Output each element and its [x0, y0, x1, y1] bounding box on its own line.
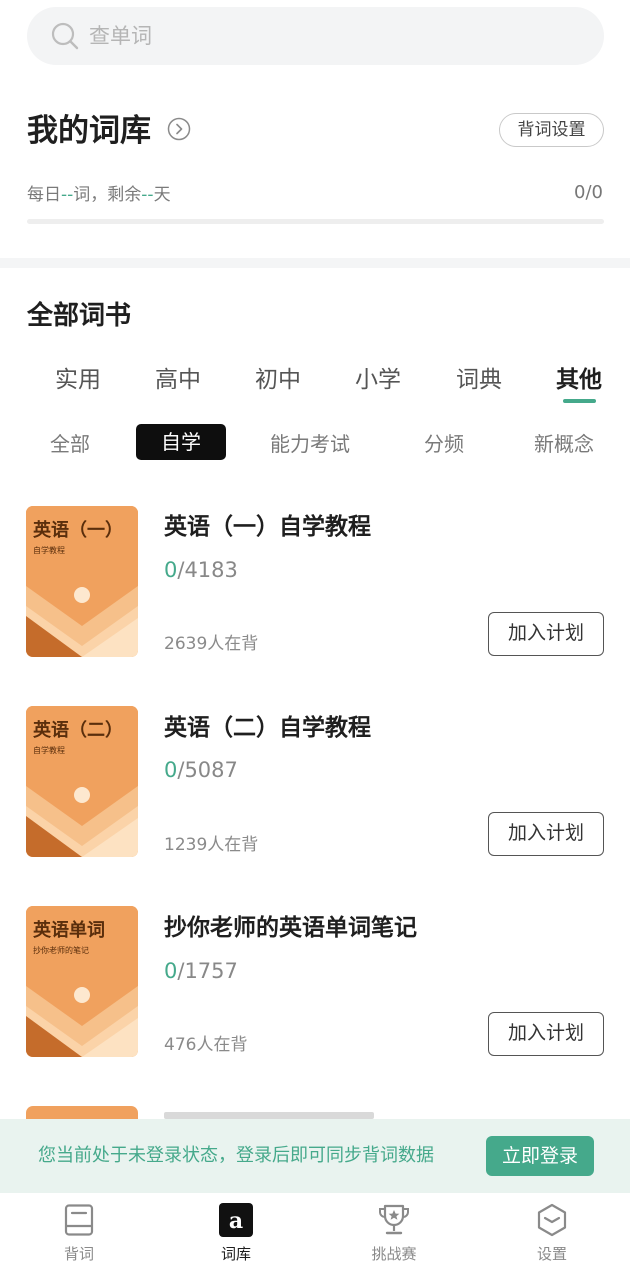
cover-title: 英语（一） — [33, 520, 123, 541]
book-word-count: 0/5087 — [164, 757, 238, 783]
nav-label-settings[interactable]: 设置 — [512, 1244, 592, 1264]
total-count: /4183 — [177, 558, 238, 582]
filter-proficiency-exam[interactable]: 能力考试 — [270, 428, 350, 460]
my-library-title[interactable]: 我的词库 — [27, 110, 151, 152]
book-learners: 1239人在背 — [164, 835, 259, 855]
learned-count: 0 — [164, 959, 178, 983]
total-count: /5087 — [177, 758, 238, 782]
chevron-right-circle-icon[interactable] — [167, 117, 191, 141]
login-banner-text: 您当前处于未登录状态，登录后即可同步背词数据 — [38, 1145, 434, 1166]
cover-subtitle: 自学教程 — [33, 746, 65, 755]
hexagon-settings-icon[interactable] — [535, 1203, 569, 1237]
tab-primary-school[interactable]: 小学 — [355, 364, 401, 396]
svg-text:a: a — [229, 1208, 243, 1234]
book-title[interactable]: 抄你老师的英语单词笔记 — [164, 913, 417, 943]
add-to-plan-button[interactable]: 加入计划 — [488, 1012, 604, 1056]
filter-new-concept[interactable]: 新概念 — [534, 428, 594, 460]
book-cover-partial — [26, 1106, 138, 1119]
book-title-partial — [164, 1112, 374, 1119]
tab-practical[interactable]: 实用 — [55, 364, 101, 396]
trophy-icon[interactable] — [377, 1203, 411, 1237]
book-word-count: 0/1757 — [164, 958, 238, 984]
add-to-plan-button[interactable]: 加入计划 — [488, 612, 604, 656]
section-divider — [0, 258, 630, 268]
learned-count: 0 — [164, 558, 178, 582]
total-count: /1757 — [177, 959, 238, 983]
book-title[interactable]: 英语（一）自学教程 — [164, 512, 371, 542]
book-cover[interactable]: 英语（二） 自学教程 — [26, 706, 138, 857]
progress-bar — [27, 219, 604, 224]
nav-label-challenge[interactable]: 挑战赛 — [354, 1244, 434, 1264]
search-placeholder: 查单词 — [89, 24, 152, 48]
filter-frequency[interactable]: 分频 — [424, 428, 464, 460]
login-button[interactable]: 立即登录 — [486, 1136, 594, 1176]
book-word-count: 0/4183 — [164, 557, 238, 583]
daily-plan-text: 每日--词，剩余--天 — [27, 184, 171, 206]
daily-words-value: -- — [61, 185, 74, 205]
daily-suffix: 天 — [153, 185, 171, 205]
nav-label-library[interactable]: 词库 — [196, 1244, 276, 1264]
filter-all[interactable]: 全部 — [50, 428, 90, 460]
book-cover[interactable]: 英语（一） 自学教程 — [26, 506, 138, 657]
cover-title: 英语（二） — [33, 720, 123, 741]
book-icon[interactable] — [62, 1203, 96, 1237]
word-settings-button[interactable]: 背词设置 — [499, 113, 604, 147]
filter-self-study[interactable]: 自学 — [136, 424, 226, 460]
tab-dictionary[interactable]: 词典 — [456, 364, 502, 396]
cover-subtitle: 自学教程 — [33, 546, 65, 555]
letter-a-icon[interactable]: a — [219, 1203, 253, 1237]
cover-subtitle: 抄你老师的笔记 — [33, 946, 89, 955]
book-learners: 476人在背 — [164, 1035, 248, 1055]
book-title[interactable]: 英语（二）自学教程 — [164, 713, 371, 743]
book-learners: 2639人在背 — [164, 634, 259, 654]
daily-days-value: -- — [141, 185, 154, 205]
tab-other[interactable]: 其他 — [556, 364, 602, 396]
tab-high-school[interactable]: 高中 — [155, 364, 201, 396]
cover-title: 英语单词 — [33, 920, 105, 941]
all-books-title: 全部词书 — [27, 301, 132, 331]
daily-prefix: 每日 — [27, 185, 61, 205]
progress-count: 0/0 — [574, 182, 603, 203]
tab-middle-school[interactable]: 初中 — [255, 364, 301, 396]
daily-mid: 词，剩余 — [73, 185, 142, 205]
learned-count: 0 — [164, 758, 178, 782]
search-bar[interactable]: 查单词 — [27, 7, 604, 65]
add-to-plan-button[interactable]: 加入计划 — [488, 812, 604, 856]
book-cover[interactable]: 英语单词 抄你老师的笔记 — [26, 906, 138, 1057]
active-tab-indicator — [563, 399, 596, 403]
nav-label-memorize[interactable]: 背词 — [39, 1244, 119, 1264]
search-icon — [51, 22, 79, 50]
